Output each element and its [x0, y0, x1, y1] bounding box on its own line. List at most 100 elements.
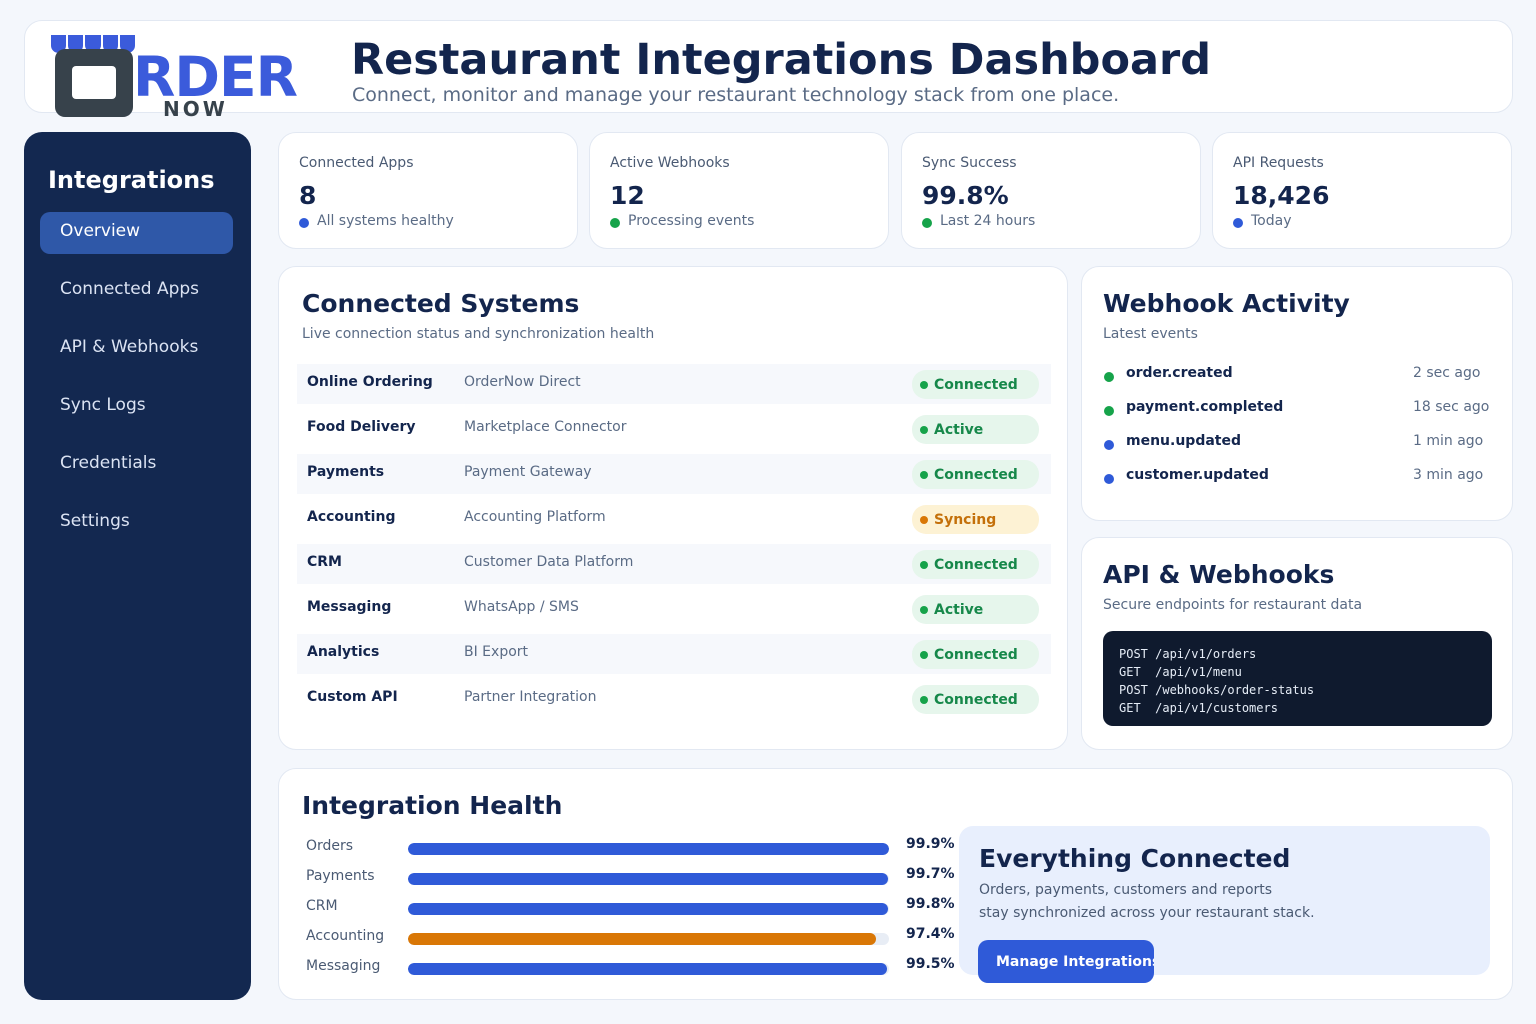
status-text: Connected — [934, 556, 1018, 573]
table-row[interactable]: Custom API Partner Integration Connected — [297, 679, 1051, 719]
table-row[interactable]: Payments Payment Gateway Connected — [297, 454, 1051, 494]
status-dot-icon — [1104, 440, 1114, 450]
status-dot-icon — [920, 560, 928, 569]
health-percent: 99.8% — [906, 896, 955, 912]
table-row[interactable]: Analytics BI Export Connected — [297, 634, 1051, 674]
health-label: CRM — [306, 898, 338, 914]
system-name: Online Ordering — [307, 374, 433, 390]
endpoint-line: GET /api/v1/menu — [1119, 665, 1242, 679]
system-name: Analytics — [307, 644, 380, 660]
table-row[interactable]: Accounting Accounting Platform Syncing — [297, 499, 1051, 539]
list-item[interactable]: customer.updated 3 min ago — [1104, 467, 1504, 491]
stat-card-active-webhooks: Active Webhooks 12 Processing events — [589, 132, 889, 249]
health-bar-track — [408, 933, 889, 945]
system-name: Payments — [307, 464, 385, 480]
status-dot-icon — [1104, 406, 1114, 416]
health-row: CRM 99.8% — [306, 896, 966, 922]
status-text: Connected — [934, 646, 1018, 663]
stat-note-row: All systems healthy — [299, 213, 454, 229]
health-bar-fill — [408, 933, 877, 945]
status-text: Connected — [934, 691, 1018, 708]
health-row: Orders 99.9% — [306, 836, 966, 862]
stat-card-sync-success: Sync Success 99.8% Last 24 hours — [901, 132, 1201, 249]
section-title: Integration Health — [302, 791, 563, 820]
webhook-time: 3 min ago — [1413, 467, 1484, 483]
system-provider: Customer Data Platform — [464, 554, 634, 570]
system-provider: Payment Gateway — [464, 464, 592, 480]
system-name: Food Delivery — [307, 419, 416, 435]
health-percent: 99.9% — [906, 836, 955, 852]
system-provider: BI Export — [464, 644, 529, 660]
status-dot-icon — [922, 217, 932, 228]
webhook-event: payment.completed — [1126, 399, 1284, 415]
endpoint-line: GET /api/v1/customers — [1119, 701, 1278, 715]
page-title: Restaurant Integrations Dashboard — [351, 35, 1211, 85]
webhook-event: menu.updated — [1126, 433, 1242, 449]
status-dot-icon — [610, 217, 620, 228]
table-row[interactable]: CRM Customer Data Platform Connected — [297, 544, 1051, 584]
stat-note: Today — [1251, 213, 1292, 229]
webhook-time: 1 min ago — [1413, 433, 1484, 449]
section-subtitle: Latest events — [1103, 326, 1198, 342]
health-percent: 99.5% — [906, 956, 955, 972]
endpoint-code-block[interactable]: POST /api/v1/orders GET /api/v1/menu POST … — [1103, 631, 1492, 726]
sidebar-item-settings[interactable]: Settings — [40, 502, 233, 544]
webhook-event: customer.updated — [1126, 467, 1269, 483]
status-text: Connected — [934, 466, 1018, 483]
status-text: Active — [934, 421, 984, 438]
health-percent: 99.7% — [906, 866, 955, 882]
stat-label: Active Webhooks — [610, 155, 730, 171]
status-dot-icon — [920, 650, 928, 659]
webhook-time: 18 sec ago — [1413, 399, 1490, 415]
stat-value: 8 — [299, 181, 317, 210]
system-name: Accounting — [307, 509, 396, 525]
health-label: Messaging — [306, 958, 381, 974]
table-row[interactable]: Messaging WhatsApp / SMS Active — [297, 589, 1051, 629]
status-dot-icon — [920, 380, 928, 389]
health-row: Accounting 97.4% — [306, 926, 966, 952]
status-dot-icon — [920, 515, 928, 524]
stat-label: API Requests — [1233, 155, 1324, 171]
status-dot-icon — [920, 695, 928, 704]
endpoint-line: POST /api/v1/orders — [1119, 647, 1257, 661]
table-row[interactable]: Online Ordering OrderNow Direct Connecte… — [297, 364, 1051, 404]
status-dot-icon — [1233, 217, 1243, 228]
health-bar-track — [408, 873, 889, 885]
stat-label: Sync Success — [922, 155, 1017, 171]
stat-note-row: Last 24 hours — [922, 213, 1035, 229]
sidebar-item-sync-logs[interactable]: Sync Logs — [40, 386, 233, 428]
list-item[interactable]: payment.completed 18 sec ago — [1104, 399, 1504, 423]
list-item[interactable]: menu.updated 1 min ago — [1104, 433, 1504, 457]
health-bar-track — [408, 843, 889, 855]
status-badge: Active — [912, 415, 1039, 444]
status-dot-icon — [1104, 372, 1114, 382]
status-badge: Connected — [912, 685, 1039, 714]
health-bar-fill — [408, 963, 887, 975]
status-badge: Connected — [912, 640, 1039, 669]
stat-value: 99.8% — [922, 181, 1009, 210]
stat-note-row: Today — [1233, 213, 1292, 229]
sidebar-item-credentials[interactable]: Credentials — [40, 444, 233, 486]
stat-note-row: Processing events — [610, 213, 754, 229]
sidebar-item-overview[interactable]: Overview — [40, 212, 233, 254]
section-subtitle: Live connection status and synchronizati… — [302, 326, 655, 342]
health-bar-fill — [408, 903, 889, 915]
manage-integrations-button[interactable]: Manage Integrations — [978, 940, 1154, 983]
ordernow-logo[interactable]: RDER NOW — [51, 33, 326, 121]
stat-card-api-requests: API Requests 18,426 Today — [1212, 132, 1512, 249]
promo-title: Everything Connected — [979, 844, 1291, 873]
stat-value: 18,426 — [1233, 181, 1330, 210]
sidebar-item-api-webhooks[interactable]: API & Webhooks — [40, 328, 233, 370]
list-item[interactable]: order.created 2 sec ago — [1104, 365, 1504, 389]
status-text: Connected — [934, 376, 1018, 393]
health-label: Orders — [306, 838, 354, 854]
table-row[interactable]: Food Delivery Marketplace Connector Acti… — [297, 409, 1051, 449]
logo-subtext: NOW — [163, 97, 228, 121]
status-badge: Connected — [912, 550, 1039, 579]
system-name: CRM — [307, 554, 342, 570]
connected-systems-panel: Connected Systems Live connection status… — [278, 266, 1068, 750]
health-percent: 97.4% — [906, 926, 955, 942]
status-dot-icon — [920, 425, 928, 434]
header: RDER NOW Restaurant Integrations Dashboa… — [24, 20, 1513, 121]
sidebar-item-connected-apps[interactable]: Connected Apps — [40, 270, 233, 312]
